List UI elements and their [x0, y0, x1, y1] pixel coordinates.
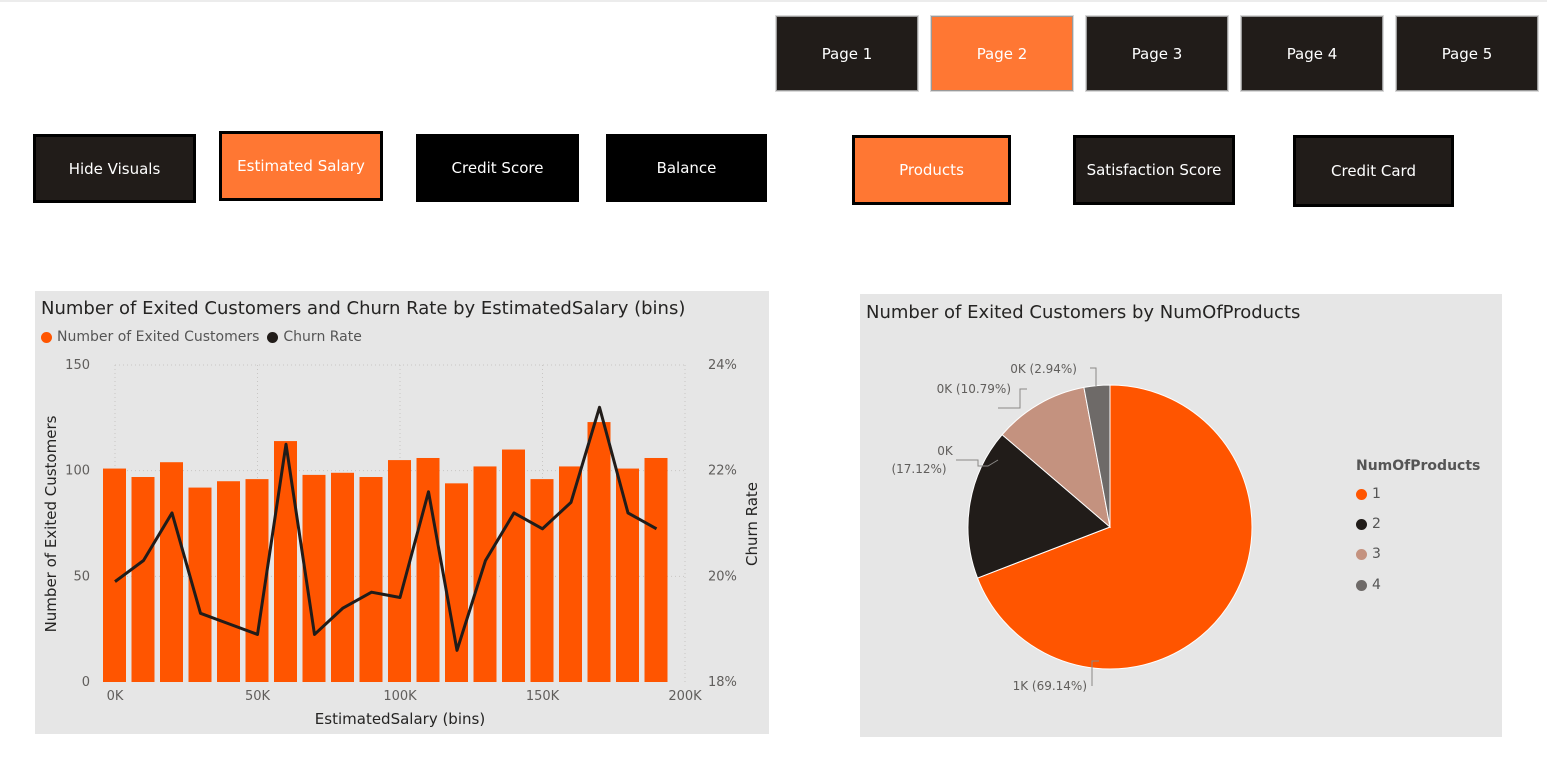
exited-bar[interactable] [530, 479, 554, 682]
hide-visuals-button[interactable]: Hide Visuals [33, 134, 196, 203]
y2-axis-title: Churn Rate [743, 482, 761, 566]
leader-line-4 [1090, 367, 1097, 386]
exited-bar[interactable] [644, 457, 668, 682]
exited-bar[interactable] [473, 466, 497, 682]
y-tick-label: 0 [82, 675, 90, 690]
top-divider [0, 0, 1547, 2]
credit-score-button[interactable]: Credit Score [416, 134, 579, 202]
exited-bar[interactable] [131, 477, 155, 682]
exited-bar[interactable] [559, 466, 582, 682]
balance-button[interactable]: Balance [606, 134, 767, 202]
x-tick-label: 150K [526, 689, 560, 704]
pie-legend-dot-3 [1356, 548, 1367, 560]
combo-chart-plot: 0 50 100 150 18% 20% 22% 24% 0K 50K 100K… [42, 358, 761, 728]
y2-tick-label: 20% [708, 569, 737, 584]
pie-legend-item-3: 3 [1356, 546, 1381, 562]
x-tick-label: 200K [668, 689, 702, 704]
pie-chart-card: Number of Exited Customers by NumOfProdu… [860, 294, 1502, 737]
satisfaction-score-button[interactable]: Satisfaction Score [1073, 135, 1235, 205]
y-tick-label: 100 [65, 464, 90, 479]
x-tick-label: 0K [107, 689, 124, 704]
combo-chart-card: Number of Exited Customers and Churn Rat… [35, 291, 769, 734]
page-5-button[interactable]: Page 5 [1396, 16, 1538, 91]
pie-legend-item-1: 1 [1356, 486, 1381, 502]
y2-tick-label: 18% [708, 675, 737, 690]
pie-chart-plot: 1K (69.14%) 0K (17.12%) 0K (10.79%) 0K (… [891, 362, 1253, 693]
products-button[interactable]: Products [852, 135, 1011, 205]
pie-legend-dot-1 [1356, 488, 1367, 500]
pie-label-4: 0K (2.94%) [1010, 362, 1077, 376]
exited-bar[interactable] [331, 472, 354, 682]
pie-label-2-value: 0K [937, 444, 954, 458]
exited-bar[interactable] [160, 462, 183, 682]
x-tick-label: 100K [383, 689, 417, 704]
page-3-button[interactable]: Page 3 [1086, 16, 1228, 91]
pie-legend-label-2: 2 [1372, 516, 1381, 532]
x-axis-title: EstimatedSalary (bins) [315, 710, 485, 728]
credit-card-button[interactable]: Credit Card [1293, 135, 1454, 207]
exited-bar[interactable] [587, 422, 611, 682]
pie-legend-item-2: 2 [1356, 516, 1381, 532]
pie-legend-label-4: 4 [1372, 577, 1381, 593]
pie-legend-label-1: 1 [1372, 486, 1381, 502]
y2-tick-label: 22% [708, 464, 737, 479]
y-tick-label: 50 [73, 569, 90, 584]
exited-bar[interactable] [217, 481, 240, 682]
pie-legend-title: NumOfProducts [1356, 458, 1481, 474]
exited-bar[interactable] [274, 441, 297, 682]
exited-bar[interactable] [359, 477, 383, 682]
x-tick-label: 50K [245, 689, 271, 704]
pie-legend-item-4: 4 [1356, 577, 1381, 593]
pie-label-2-percent: (17.12%) [891, 462, 946, 476]
y2-tick-label: 24% [708, 358, 737, 373]
page-2-button[interactable]: Page 2 [931, 16, 1073, 91]
exited-bar[interactable] [502, 449, 525, 682]
exited-bar[interactable] [616, 468, 639, 682]
y-axis-title: Number of Exited Customers [42, 415, 60, 632]
pie-legend-label-3: 3 [1372, 546, 1381, 562]
page-1-button[interactable]: Page 1 [776, 16, 918, 91]
estimated-salary-button[interactable]: Estimated Salary [219, 131, 383, 201]
pie-label-1: 1K (69.14%) [1013, 679, 1087, 693]
pie-label-3: 0K (10.79%) [937, 382, 1011, 396]
pie-legend-dot-2 [1356, 518, 1367, 530]
exited-bar[interactable] [445, 483, 468, 682]
page-4-button[interactable]: Page 4 [1241, 16, 1383, 91]
pie-legend-dot-4 [1356, 579, 1367, 591]
y-tick-label: 150 [65, 358, 90, 373]
